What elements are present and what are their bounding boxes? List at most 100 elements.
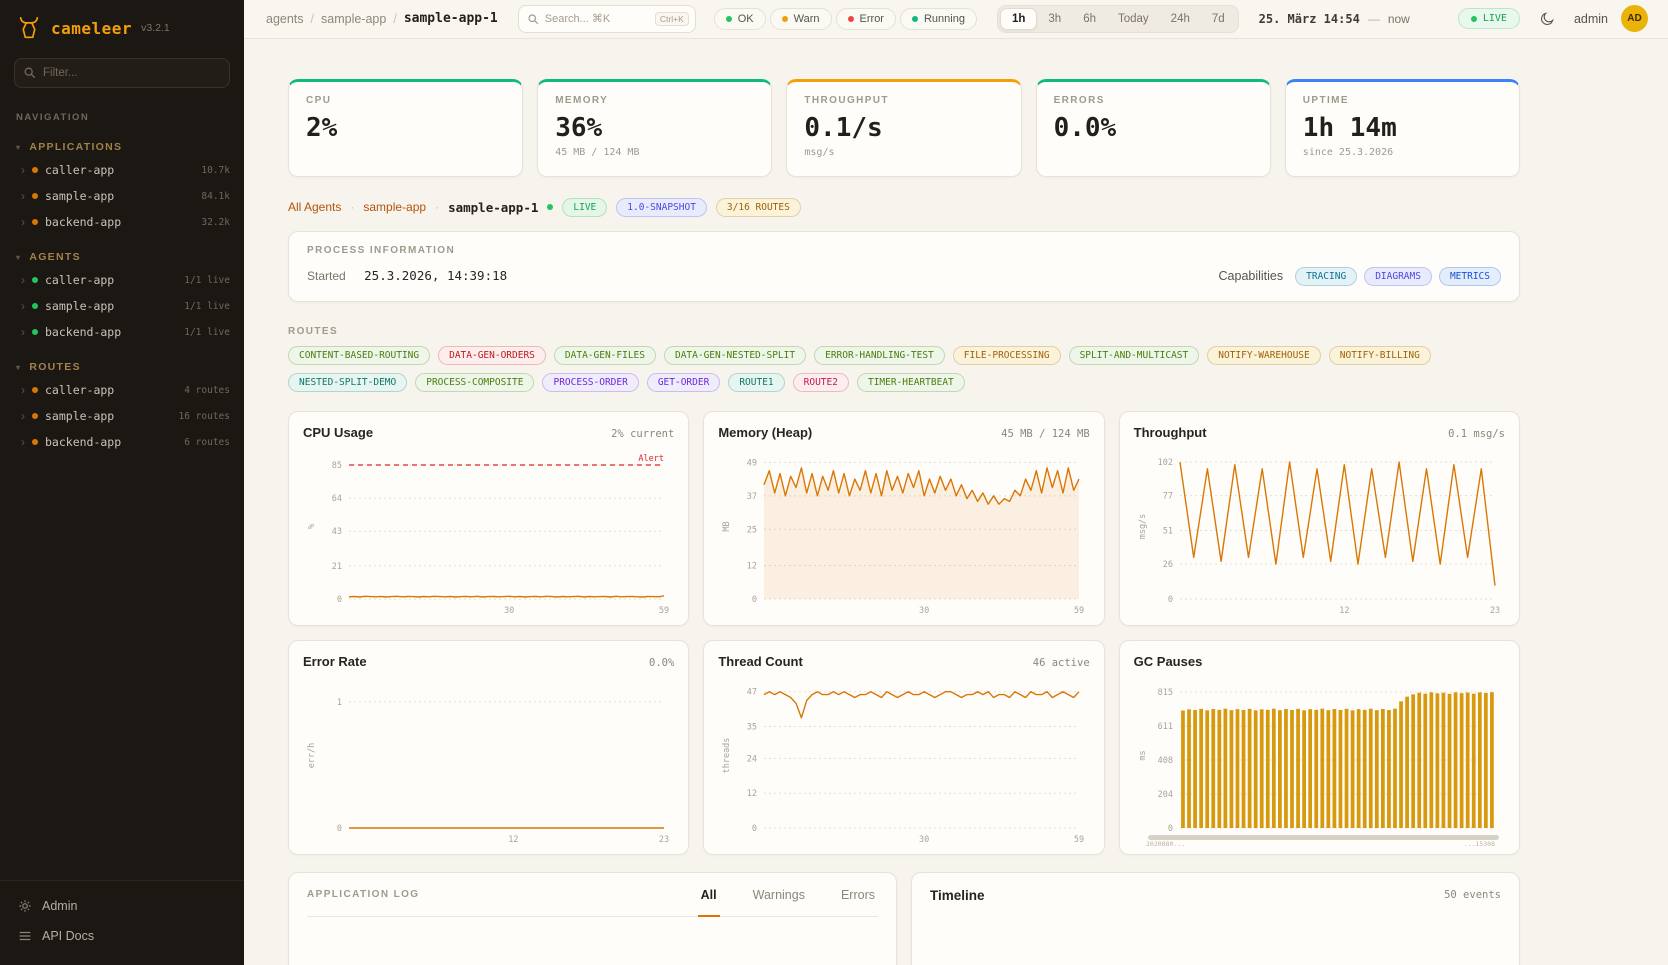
status-filter-running[interactable]: Running xyxy=(900,8,977,30)
breadcrumb-separator: / xyxy=(311,12,314,26)
status-dot-icon xyxy=(912,16,918,22)
route-badge[interactable]: PROCESS-ORDER xyxy=(542,373,638,392)
date-range-picker[interactable]: 25. März 14:54 — now xyxy=(1259,12,1410,26)
sidebar-item-agent-backend-app[interactable]: › backend-app 1/1 live xyxy=(0,319,244,345)
route-badge[interactable]: DATA-GEN-NESTED-SPLIT xyxy=(664,346,806,365)
nav-group-header-agents[interactable]: ▾ AGENTS xyxy=(0,247,244,267)
nav-group-header-routes[interactable]: ▾ ROUTES xyxy=(0,357,244,377)
status-filter-label: OK xyxy=(738,13,754,25)
route-badge[interactable]: ROUTE1 xyxy=(728,373,784,392)
avatar[interactable]: AD xyxy=(1621,5,1648,32)
svg-text:26: 26 xyxy=(1162,560,1172,570)
user-name: admin xyxy=(1574,12,1608,26)
status-filter-warn[interactable]: Warn xyxy=(770,8,832,30)
filter-input[interactable] xyxy=(14,58,230,88)
svg-text:2020080...: 2020080... xyxy=(1146,840,1185,848)
nav-caption: NAVIGATION xyxy=(0,98,244,125)
status-filter-error[interactable]: Error xyxy=(836,8,896,30)
stat-value: 2% xyxy=(306,113,505,143)
sidebar-item-label: sample-app xyxy=(45,189,114,203)
search-icon xyxy=(527,13,539,25)
stat-label: THROUGHPUT xyxy=(804,95,1003,106)
error-rate-chart: 01err/h1223 xyxy=(303,671,674,853)
route-badge[interactable]: FILE-PROCESSING xyxy=(953,346,1061,365)
sidebar-item-agent-caller-app[interactable]: › caller-app 1/1 live xyxy=(0,267,244,293)
tab-warnings[interactable]: Warnings xyxy=(750,873,808,916)
theme-toggle-button[interactable] xyxy=(1533,5,1561,33)
svg-text:1: 1 xyxy=(337,698,342,708)
global-search[interactable]: Ctrl+K xyxy=(518,5,696,33)
sidebar-item-label: sample-app xyxy=(45,299,114,313)
tab-all[interactable]: All xyxy=(698,873,720,917)
route-badge[interactable]: GET-ORDER xyxy=(647,373,720,392)
throughput-chart: 0265177102msg/s1223 xyxy=(1134,442,1505,624)
panel-title: PROCESS INFORMATION xyxy=(307,245,1501,256)
svg-text:12: 12 xyxy=(508,835,518,845)
route-badge[interactable]: PROCESS-COMPOSITE xyxy=(415,373,534,392)
sidebar-item-app-sample-app[interactable]: › sample-app 84.1k xyxy=(0,183,244,209)
route-badge[interactable]: DATA-GEN-ORDERS xyxy=(438,346,546,365)
breadcrumb-sample-app[interactable]: sample-app xyxy=(321,12,386,26)
sidebar-item-admin[interactable]: Admin xyxy=(8,891,236,921)
chart-current-value: 0.0% xyxy=(649,657,674,669)
time-range-3h[interactable]: 3h xyxy=(1037,9,1072,29)
version-badge: 1.0-SNAPSHOT xyxy=(616,198,707,217)
svg-text:30: 30 xyxy=(504,606,514,616)
time-range-7d[interactable]: 7d xyxy=(1201,9,1236,29)
agent-app-link[interactable]: sample-app xyxy=(363,200,426,214)
route-badge[interactable]: ERROR-HANDLING-TEST xyxy=(814,346,945,365)
status-filter-label: Warn xyxy=(794,13,820,25)
svg-text:30: 30 xyxy=(919,606,929,616)
cpu-usage-chart: 021436485%3059Alert xyxy=(303,442,674,624)
time-range-1h[interactable]: 1h xyxy=(1000,8,1037,30)
live-dot-icon xyxy=(547,204,553,210)
logo-row: cameleer v3.2.1 xyxy=(0,0,244,54)
route-badge[interactable]: DATA-GEN-FILES xyxy=(554,346,656,365)
svg-text:408: 408 xyxy=(1157,756,1172,766)
route-badge[interactable]: CONTENT-BASED-ROUTING xyxy=(288,346,430,365)
app-root: cameleer v3.2.1 NAVIGATION ▾ APPLICATION… xyxy=(0,0,1668,965)
search-shortcut-kbd: Ctrl+K xyxy=(655,12,689,26)
svg-text:0: 0 xyxy=(337,824,342,834)
moon-icon xyxy=(1539,11,1555,27)
breadcrumb-agents[interactable]: agents xyxy=(266,12,304,26)
sidebar-item-routes-sample-app[interactable]: › sample-app 16 routes xyxy=(0,403,244,429)
route-badge[interactable]: SPLIT-AND-MULTICAST xyxy=(1069,346,1200,365)
sidebar-item-api-docs[interactable]: API Docs xyxy=(8,921,236,951)
route-badge[interactable]: TIMER-HEARTBEAT xyxy=(857,373,965,392)
sidebar-item-app-caller-app[interactable]: › caller-app 10.7k xyxy=(0,157,244,183)
svg-text:msg/s: msg/s xyxy=(1138,514,1148,540)
chevron-right-icon: › xyxy=(21,300,25,312)
status-dot-icon xyxy=(32,303,38,309)
route-badge[interactable]: NOTIFY-BILLING xyxy=(1329,346,1431,365)
sidebar-item-routes-backend-app[interactable]: › backend-app 6 routes xyxy=(0,429,244,455)
time-range-6h[interactable]: 6h xyxy=(1072,9,1107,29)
route-badge[interactable]: NESTED-SPLIT-DEMO xyxy=(288,373,407,392)
sidebar-item-agent-sample-app[interactable]: › sample-app 1/1 live xyxy=(0,293,244,319)
nav-group-header-applications[interactable]: ▾ APPLICATIONS xyxy=(0,137,244,157)
capabilities-group: Capabilities TRACING DIAGRAMS METRICS xyxy=(1219,267,1501,286)
route-badge[interactable]: NOTIFY-WAREHOUSE xyxy=(1207,346,1321,365)
sidebar-item-routes-caller-app[interactable]: › caller-app 4 routes xyxy=(0,377,244,403)
live-indicator[interactable]: LIVE xyxy=(1458,8,1520,29)
status-filter-ok[interactable]: OK xyxy=(714,8,766,30)
sidebar-item-app-backend-app[interactable]: › backend-app 32.2k xyxy=(0,209,244,235)
svg-text:64: 64 xyxy=(332,494,342,504)
time-range-today[interactable]: Today xyxy=(1107,9,1160,29)
log-title: APPLICATION LOG xyxy=(307,873,419,916)
search-input[interactable] xyxy=(545,13,649,25)
route-badge[interactable]: ROUTE2 xyxy=(793,373,849,392)
thread-count-chart: 012243547threads3059 xyxy=(718,671,1089,853)
nav-group-label: AGENTS xyxy=(29,251,81,263)
chart-header: Error Rate 0.0% xyxy=(303,654,674,669)
sidebar-item-badge: 6 routes xyxy=(184,437,230,448)
nav-group-label: APPLICATIONS xyxy=(29,141,122,153)
time-range-24h[interactable]: 24h xyxy=(1160,9,1201,29)
svg-text:Alert: Alert xyxy=(638,454,664,464)
all-agents-link[interactable]: All Agents xyxy=(288,200,341,214)
stat-label: ERRORS xyxy=(1054,95,1253,106)
live-label: LIVE xyxy=(1483,13,1507,24)
tab-errors[interactable]: Errors xyxy=(838,873,878,916)
svg-text:...15308: ...15308 xyxy=(1463,840,1494,848)
svg-text:43: 43 xyxy=(332,527,342,537)
